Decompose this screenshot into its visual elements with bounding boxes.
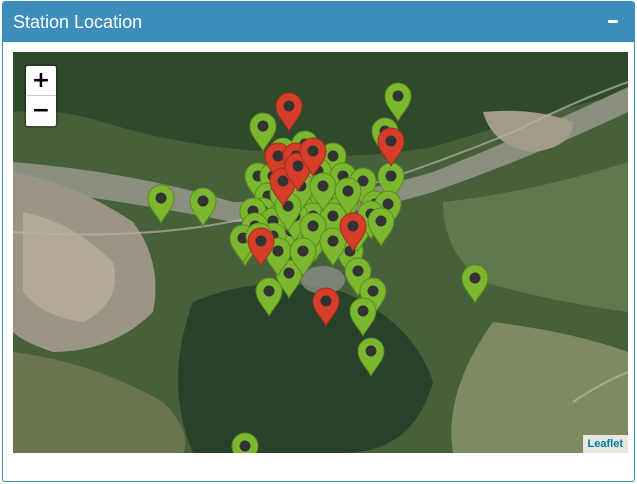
collapse-button[interactable] xyxy=(604,10,624,32)
marker-layer xyxy=(13,52,628,453)
station-marker-alert[interactable] xyxy=(246,227,276,267)
station-marker-alert[interactable] xyxy=(338,212,368,252)
station-marker-active[interactable] xyxy=(288,237,318,277)
station-marker-alert[interactable] xyxy=(274,92,304,132)
minus-icon xyxy=(608,20,618,23)
station-location-panel: Station Location + − Leaflet xyxy=(2,1,635,482)
station-marker-active[interactable] xyxy=(146,184,176,224)
map-attribution: Leaflet xyxy=(582,435,628,453)
station-marker-alert[interactable] xyxy=(311,287,341,327)
station-marker-active[interactable] xyxy=(188,187,218,227)
station-marker-active[interactable] xyxy=(348,297,378,337)
zoom-out-button[interactable]: − xyxy=(26,96,56,126)
station-marker-active[interactable] xyxy=(230,432,260,453)
station-marker-active[interactable] xyxy=(356,337,386,377)
map-container[interactable]: + − Leaflet xyxy=(13,52,628,453)
station-marker-active[interactable] xyxy=(460,264,490,304)
zoom-in-button[interactable]: + xyxy=(26,66,56,96)
station-marker-active[interactable] xyxy=(383,82,413,122)
station-marker-active[interactable] xyxy=(366,207,396,247)
leaflet-link[interactable]: Leaflet xyxy=(588,438,623,450)
panel-header: Station Location xyxy=(3,2,634,42)
station-marker-alert[interactable] xyxy=(376,127,406,167)
zoom-control: + − xyxy=(24,64,58,128)
station-marker-alert[interactable] xyxy=(298,137,328,177)
station-marker-active[interactable] xyxy=(254,277,284,317)
panel-title: Station Location xyxy=(13,12,143,32)
